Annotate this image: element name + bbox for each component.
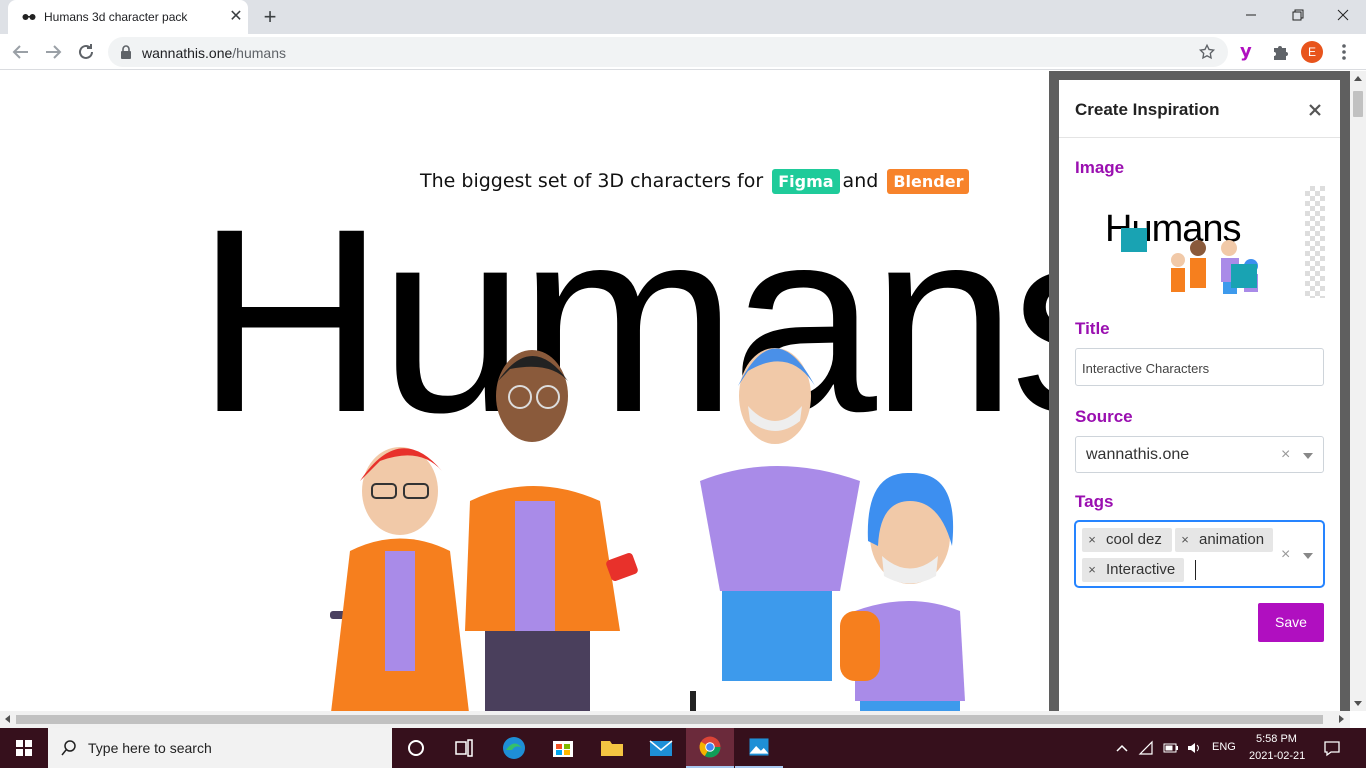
glasses-favicon-icon — [22, 14, 36, 20]
create-inspiration-panel: Create Inspiration Image Humans Title In… — [1059, 80, 1340, 711]
panel-header: Create Inspiration — [1059, 80, 1340, 138]
extensions-puzzle-icon[interactable] — [1271, 43, 1289, 61]
tag-chip: × cool dez — [1082, 528, 1172, 552]
url-text[interactable]: wannathis.one/humans — [142, 45, 286, 61]
notifications-icon[interactable] — [1322, 738, 1342, 758]
task-view-icon[interactable] — [440, 728, 488, 768]
store-icon[interactable] — [539, 728, 587, 768]
scroll-down-icon[interactable] — [1354, 701, 1362, 706]
wifi-icon[interactable] — [1138, 740, 1154, 756]
taskbar: Type here to search ENG 5:58 PM 2021-02-… — [0, 728, 1366, 768]
close-window-icon[interactable] — [1328, 4, 1358, 26]
horizontal-scrollbar[interactable] — [0, 711, 1350, 728]
taskbar-search[interactable]: Type here to search — [48, 728, 392, 768]
horizontal-scroll-thumb[interactable] — [16, 715, 1323, 724]
windows-start-icon[interactable] — [0, 728, 48, 768]
battery-icon[interactable] — [1162, 740, 1180, 756]
browser-toolbar: wannathis.one/humans y E — [0, 34, 1366, 70]
scroll-right-icon[interactable] — [1339, 715, 1344, 723]
restore-icon[interactable] — [1282, 4, 1312, 26]
tag-chip: × animation — [1175, 528, 1273, 552]
web-page: The biggest set of 3D characters for Fig… — [0, 71, 1049, 711]
transparency-checker — [1305, 186, 1325, 298]
volume-icon[interactable] — [1186, 740, 1204, 756]
panel-title: Create Inspiration — [1075, 100, 1220, 119]
new-tab-button[interactable]: + — [258, 5, 282, 29]
lock-icon[interactable] — [120, 45, 132, 59]
remove-tag-icon[interactable]: × — [1082, 528, 1102, 552]
tags-label: Tags — [1075, 492, 1114, 511]
tab-title: Humans 3d character pack — [44, 10, 188, 24]
reload-icon[interactable] — [74, 40, 98, 64]
save-button[interactable]: Save — [1258, 603, 1324, 642]
chrome-icon[interactable] — [686, 728, 734, 768]
tags-input[interactable]: × cool dez × animation × Interactive × — [1075, 521, 1324, 587]
tab-strip: Humans 3d character pack ✕ + — [0, 0, 1366, 34]
forward-arrow-icon[interactable] — [41, 40, 65, 64]
tags-dropdown-icon[interactable] — [1303, 553, 1313, 559]
source-select[interactable]: wannathis.one × — [1075, 436, 1324, 473]
edge-icon[interactable] — [490, 728, 538, 768]
extension-y-icon[interactable]: y — [1240, 41, 1252, 62]
scroll-left-icon[interactable] — [5, 715, 10, 723]
characters-illustration — [330, 348, 965, 711]
clear-source-icon[interactable]: × — [1281, 446, 1290, 464]
image-thumbnail[interactable]: Humans — [1103, 186, 1325, 298]
remove-tag-icon[interactable]: × — [1175, 528, 1195, 552]
clock-time[interactable]: 5:58 PM — [1256, 733, 1297, 745]
remove-tag-icon[interactable]: × — [1082, 558, 1102, 582]
scroll-up-icon[interactable] — [1354, 76, 1362, 81]
search-placeholder: Type here to search — [88, 740, 212, 756]
title-label: Title — [1075, 319, 1110, 338]
show-hidden-icons-icon[interactable] — [1114, 740, 1130, 756]
source-dropdown-icon[interactable] — [1303, 453, 1313, 459]
tag-label: Interactive — [1106, 561, 1176, 578]
back-arrow-icon[interactable] — [9, 40, 33, 64]
file-explorer-icon[interactable] — [588, 728, 636, 768]
bookmark-star-icon[interactable] — [1198, 43, 1216, 61]
title-input[interactable]: Interactive Characters — [1075, 348, 1324, 386]
tag-chip: × Interactive — [1082, 558, 1184, 582]
text-cursor — [1195, 560, 1196, 580]
tag-label: cool dez — [1106, 531, 1162, 548]
search-icon — [61, 740, 76, 756]
thumbnail-marker-2 — [1231, 264, 1257, 288]
language-indicator[interactable]: ENG — [1212, 741, 1236, 753]
profile-avatar[interactable]: E — [1301, 41, 1323, 63]
vertical-scrollbar[interactable] — [1350, 71, 1366, 711]
source-select-value: wannathis.one — [1086, 446, 1190, 463]
vertical-scroll-thumb[interactable] — [1353, 91, 1363, 117]
tab-close-icon[interactable]: ✕ — [226, 7, 246, 27]
source-label: Source — [1075, 407, 1133, 426]
address-bar[interactable]: wannathis.one/humans — [108, 37, 1228, 67]
clear-tags-icon[interactable]: × — [1281, 546, 1290, 564]
mail-icon[interactable] — [637, 728, 685, 768]
clock-date[interactable]: 2021-02-21 — [1249, 750, 1305, 762]
thumbnail-marker-1 — [1121, 228, 1147, 252]
minimize-icon[interactable] — [1236, 4, 1266, 26]
more-menu-icon[interactable] — [1336, 42, 1352, 62]
photos-icon[interactable] — [735, 728, 783, 768]
image-label: Image — [1075, 158, 1125, 177]
thumbnail-characters — [1171, 240, 1258, 294]
title-input-value: Interactive Characters — [1082, 361, 1210, 376]
browser-tab[interactable]: Humans 3d character pack ✕ — [8, 0, 248, 34]
cortana-icon[interactable] — [392, 728, 440, 768]
close-icon[interactable] — [1305, 100, 1325, 120]
tag-label: animation — [1199, 531, 1265, 548]
